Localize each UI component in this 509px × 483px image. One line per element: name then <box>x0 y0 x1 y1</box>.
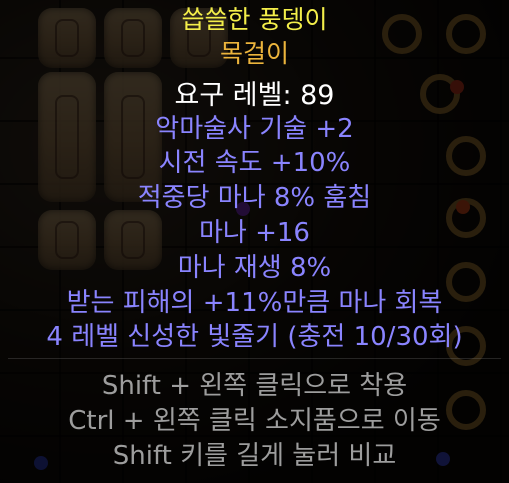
inventory-stash-view: 씁쓸한 풍뎅이 목걸이 요구 레벨: 89 악마술사 기술 +2 시전 속도 +… <box>0 0 509 483</box>
modifier-line: 마나 +16 <box>199 218 310 248</box>
modifier-line: 4 레벨 신성한 빛줄기 (충전 10/30회) <box>46 322 463 352</box>
move-to-inventory-hint: Ctrl + 왼쪽 클릭 소지품으로 이동 <box>68 406 441 436</box>
tooltip-divider <box>8 358 501 359</box>
compare-hint: Shift 키를 길게 눌러 비교 <box>112 441 397 471</box>
modifier-line: 시전 속도 +10% <box>158 148 351 178</box>
equip-hint: Shift + 왼쪽 클릭으로 착용 <box>101 371 408 401</box>
modifier-line: 마나 재생 8% <box>177 253 332 283</box>
item-base-type: 목걸이 <box>219 39 289 68</box>
modifier-line: 적중당 마나 8% 훔침 <box>137 183 372 213</box>
modifier-line: 악마술사 기술 +2 <box>155 114 354 144</box>
item-name: 씁쓸한 풍뎅이 <box>181 5 328 34</box>
item-tooltip: 씁쓸한 풍뎅이 목걸이 요구 레벨: 89 악마술사 기술 +2 시전 속도 +… <box>0 0 509 483</box>
modifier-line: 받는 피해의 +11%만큼 마나 회복 <box>66 288 443 318</box>
required-level: 요구 레벨: 89 <box>174 80 335 111</box>
